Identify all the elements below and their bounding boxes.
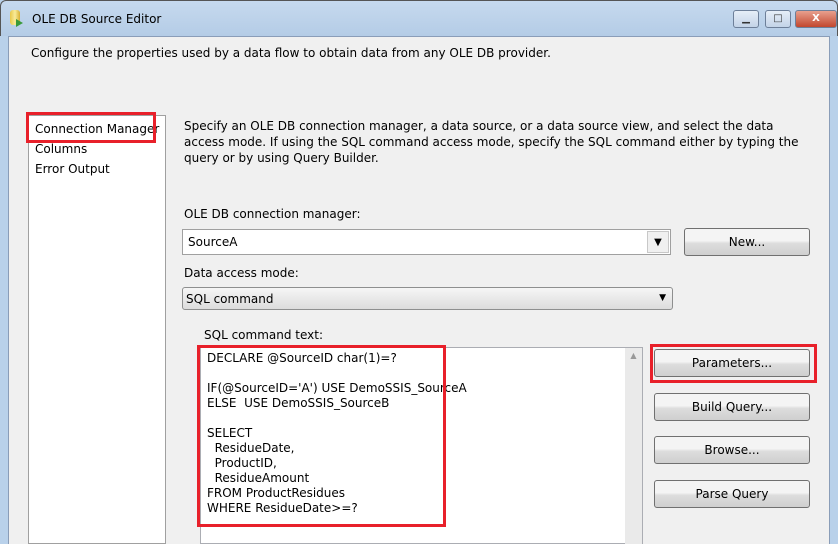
parse-query-button[interactable]: Parse Query bbox=[654, 480, 810, 508]
dialog-description: Configure the properties used by a data … bbox=[31, 46, 551, 60]
chevron-down-icon: ▼ bbox=[659, 293, 666, 303]
highlight-box bbox=[26, 112, 156, 143]
highlight-box bbox=[650, 344, 817, 383]
build-query-button[interactable]: Build Query... bbox=[654, 393, 810, 421]
title-bar: OLE DB Source Editor ▁ □ X bbox=[0, 0, 838, 36]
connection-value: SourceA bbox=[188, 235, 238, 249]
access-mode-select[interactable]: SQL command ▼ bbox=[182, 287, 673, 310]
close-button[interactable]: X bbox=[795, 10, 837, 28]
nav-item-columns[interactable]: Columns bbox=[35, 142, 87, 156]
connection-manager-combo[interactable]: SourceA ▼ bbox=[182, 229, 671, 255]
nav-panel: Connection Manager Columns Error Output bbox=[28, 115, 166, 544]
access-mode-label: Data access mode: bbox=[184, 266, 299, 280]
nav-item-error-output[interactable]: Error Output bbox=[35, 162, 110, 176]
highlight-box bbox=[197, 345, 446, 527]
scrollbar[interactable]: ▲ bbox=[625, 348, 642, 544]
new-button[interactable]: New... bbox=[684, 228, 810, 256]
browse-button[interactable]: Browse... bbox=[654, 436, 810, 464]
maximize-button[interactable]: □ bbox=[765, 10, 791, 28]
info-text: Specify an OLE DB connection manager, a … bbox=[184, 119, 799, 165]
access-mode-value: SQL command bbox=[186, 292, 274, 306]
chevron-down-icon[interactable]: ▼ bbox=[647, 231, 669, 253]
app-icon bbox=[10, 10, 23, 27]
window-title: OLE DB Source Editor bbox=[32, 12, 162, 26]
sql-label: SQL command text: bbox=[204, 328, 323, 342]
connection-label: OLE DB connection manager: bbox=[184, 207, 361, 221]
minimize-button[interactable]: ▁ bbox=[733, 10, 759, 28]
